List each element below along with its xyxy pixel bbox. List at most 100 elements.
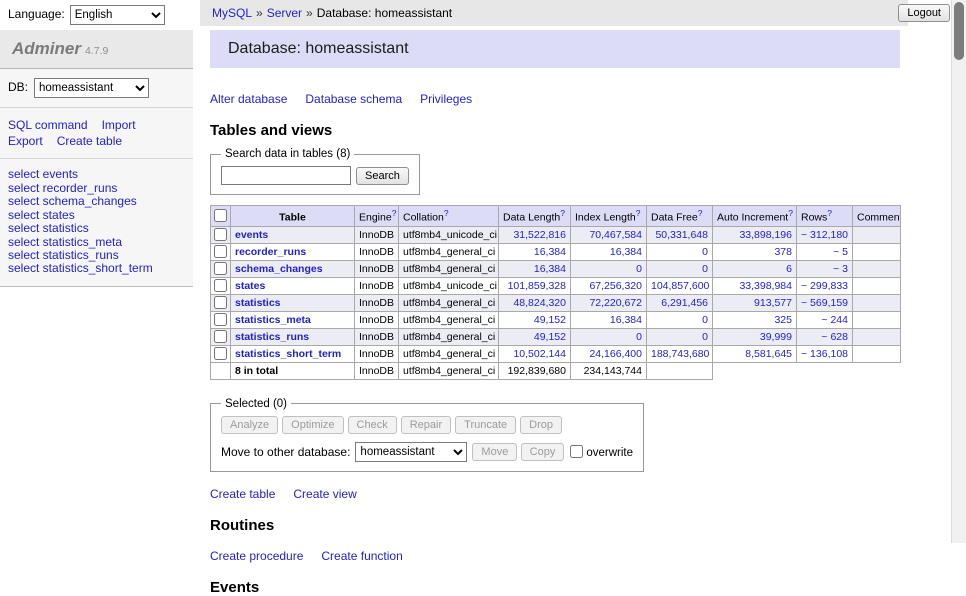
auto-increment-link[interactable]: 378 <box>774 246 792 258</box>
data-length-link[interactable]: 16,384 <box>534 263 566 275</box>
auto-increment-link[interactable]: 33,898,196 <box>739 229 792 241</box>
index-length-link[interactable]: 67,256,320 <box>589 280 642 292</box>
table-name-link[interactable]: statistics <box>235 297 281 309</box>
rows-count-link[interactable]: ~ 628 <box>821 331 848 343</box>
column-help-link[interactable]: ? <box>788 208 793 218</box>
index-length-link[interactable]: 70,467,584 <box>589 229 642 241</box>
row-checkbox[interactable] <box>214 262 227 275</box>
db-action-link[interactable]: Alter database <box>210 92 287 106</box>
auto-increment-link[interactable]: 33,398,984 <box>739 280 792 292</box>
table-name-link[interactable]: statistics_short_term <box>235 348 341 360</box>
data-free-link[interactable]: 188,743,680 <box>651 348 709 360</box>
row-checkbox[interactable] <box>214 228 227 241</box>
data-free-link[interactable]: 50,331,648 <box>655 229 708 241</box>
bulk-action-button[interactable]: Optimize <box>282 416 343 434</box>
breadcrumb-link-server[interactable]: Server <box>267 6 302 20</box>
search-input[interactable] <box>221 166 351 185</box>
column-help-link[interactable]: ? <box>636 208 641 218</box>
table-name-link[interactable]: states <box>235 280 265 292</box>
rows-count-link[interactable]: ~ 299,833 <box>801 280 848 292</box>
sidebar-table-link[interactable]: select events <box>8 168 185 181</box>
select-all-checkbox[interactable] <box>214 209 227 222</box>
auto-increment-link[interactable]: 6 <box>786 263 792 275</box>
sidebar-action-link[interactable]: Import <box>102 117 136 133</box>
rows-count-link[interactable]: ~ 136,108 <box>801 348 848 360</box>
data-free-link[interactable]: 0 <box>702 246 708 258</box>
sidebar-table-link[interactable]: select statistics_meta <box>8 236 185 249</box>
routine-link[interactable]: Create function <box>321 549 402 563</box>
column-help-link[interactable]: ? <box>827 208 832 218</box>
language-select[interactable]: English <box>70 5 165 25</box>
overwrite-checkbox[interactable] <box>570 445 583 458</box>
adminer-logo-link[interactable]: Adminer <box>12 39 81 58</box>
move-button[interactable]: Move <box>472 443 517 461</box>
index-length-link[interactable]: 0 <box>636 263 642 275</box>
table-name-link[interactable]: statistics_runs <box>235 331 309 343</box>
sidebar-action-link[interactable]: SQL command <box>8 117 88 133</box>
bulk-action-button[interactable]: Repair <box>401 416 451 434</box>
table-name-link[interactable]: recorder_runs <box>235 246 306 258</box>
row-checkbox[interactable] <box>214 296 227 309</box>
table-name-link[interactable]: statistics_meta <box>235 314 311 326</box>
data-length-link[interactable]: 49,152 <box>534 314 566 326</box>
sidebar-table-link[interactable]: select schema_changes <box>8 195 185 208</box>
data-free-link[interactable]: 104,857,600 <box>651 280 709 292</box>
sidebar-table-link[interactable]: select recorder_runs <box>8 182 185 195</box>
index-length-link[interactable]: 16,384 <box>610 314 642 326</box>
create-link[interactable]: Create table <box>210 487 275 501</box>
auto-increment-link[interactable]: 913,577 <box>754 297 792 309</box>
copy-button[interactable]: Copy <box>521 443 565 461</box>
data-length-link[interactable]: 101,859,328 <box>508 280 566 292</box>
auto-increment-link[interactable]: 39,999 <box>760 331 792 343</box>
row-checkbox[interactable] <box>214 313 227 326</box>
rows-count-link[interactable]: ~ 3 <box>833 263 848 275</box>
column-help-link[interactable]: ? <box>444 208 449 218</box>
data-free-link[interactable]: 0 <box>702 263 708 275</box>
db-action-link[interactable]: Privileges <box>420 92 472 106</box>
data-free-link[interactable]: 6,291,456 <box>661 297 708 309</box>
sidebar-action-link[interactable]: Export <box>8 133 43 149</box>
rows-count-link[interactable]: ~ 5 <box>833 246 848 258</box>
sidebar-action-link[interactable]: Create table <box>57 133 122 149</box>
index-length-link[interactable]: 16,384 <box>610 246 642 258</box>
bulk-action-button[interactable]: Truncate <box>455 416 516 434</box>
row-checkbox[interactable] <box>214 347 227 360</box>
create-link[interactable]: Create view <box>293 487 356 501</box>
routine-link[interactable]: Create procedure <box>210 549 303 563</box>
sidebar-table-link[interactable]: select statistics_runs <box>8 249 185 262</box>
index-length-link[interactable]: 0 <box>636 331 642 343</box>
data-length-link[interactable]: 48,824,320 <box>513 297 566 309</box>
auto-increment-link[interactable]: 325 <box>774 314 792 326</box>
row-checkbox[interactable] <box>214 279 227 292</box>
index-length-link[interactable]: 72,220,672 <box>589 297 642 309</box>
table-name-link[interactable]: events <box>235 229 268 241</box>
data-free-link[interactable]: 0 <box>702 314 708 326</box>
column-help-link[interactable]: ? <box>560 208 565 218</box>
row-checkbox[interactable] <box>214 245 227 258</box>
table-name-link[interactable]: schema_changes <box>235 263 323 275</box>
sidebar-table-link[interactable]: select statistics <box>8 222 185 235</box>
data-length-link[interactable]: 49,152 <box>534 331 566 343</box>
column-help-link[interactable]: ? <box>698 208 703 218</box>
search-button[interactable]: Search <box>356 167 409 185</box>
data-free-link[interactable]: 0 <box>702 331 708 343</box>
scrollbar-track[interactable] <box>951 0 966 543</box>
rows-count-link[interactable]: ~ 312,180 <box>801 229 848 241</box>
scrollbar-thumb[interactable] <box>954 2 964 60</box>
rows-count-link[interactable]: ~ 569,159 <box>801 297 848 309</box>
db-action-link[interactable]: Database schema <box>305 92 402 106</box>
bulk-action-button[interactable]: Check <box>348 416 397 434</box>
data-length-link[interactable]: 16,384 <box>534 246 566 258</box>
auto-increment-link[interactable]: 8,581,645 <box>745 348 792 360</box>
db-select[interactable]: homeassistant <box>34 78 149 98</box>
sidebar-table-link[interactable]: select statistics_short_term <box>8 262 185 275</box>
data-length-link[interactable]: 31,522,816 <box>513 229 566 241</box>
index-length-link[interactable]: 24,166,400 <box>589 348 642 360</box>
bulk-action-button[interactable]: Drop <box>520 416 562 434</box>
bulk-action-button[interactable]: Analyze <box>221 416 278 434</box>
data-length-link[interactable]: 10,502,144 <box>513 348 566 360</box>
row-checkbox[interactable] <box>214 330 227 343</box>
rows-count-link[interactable]: ~ 244 <box>821 314 848 326</box>
breadcrumb-link-mysql[interactable]: MySQL <box>212 6 252 20</box>
logout-button[interactable]: Logout <box>898 4 950 22</box>
